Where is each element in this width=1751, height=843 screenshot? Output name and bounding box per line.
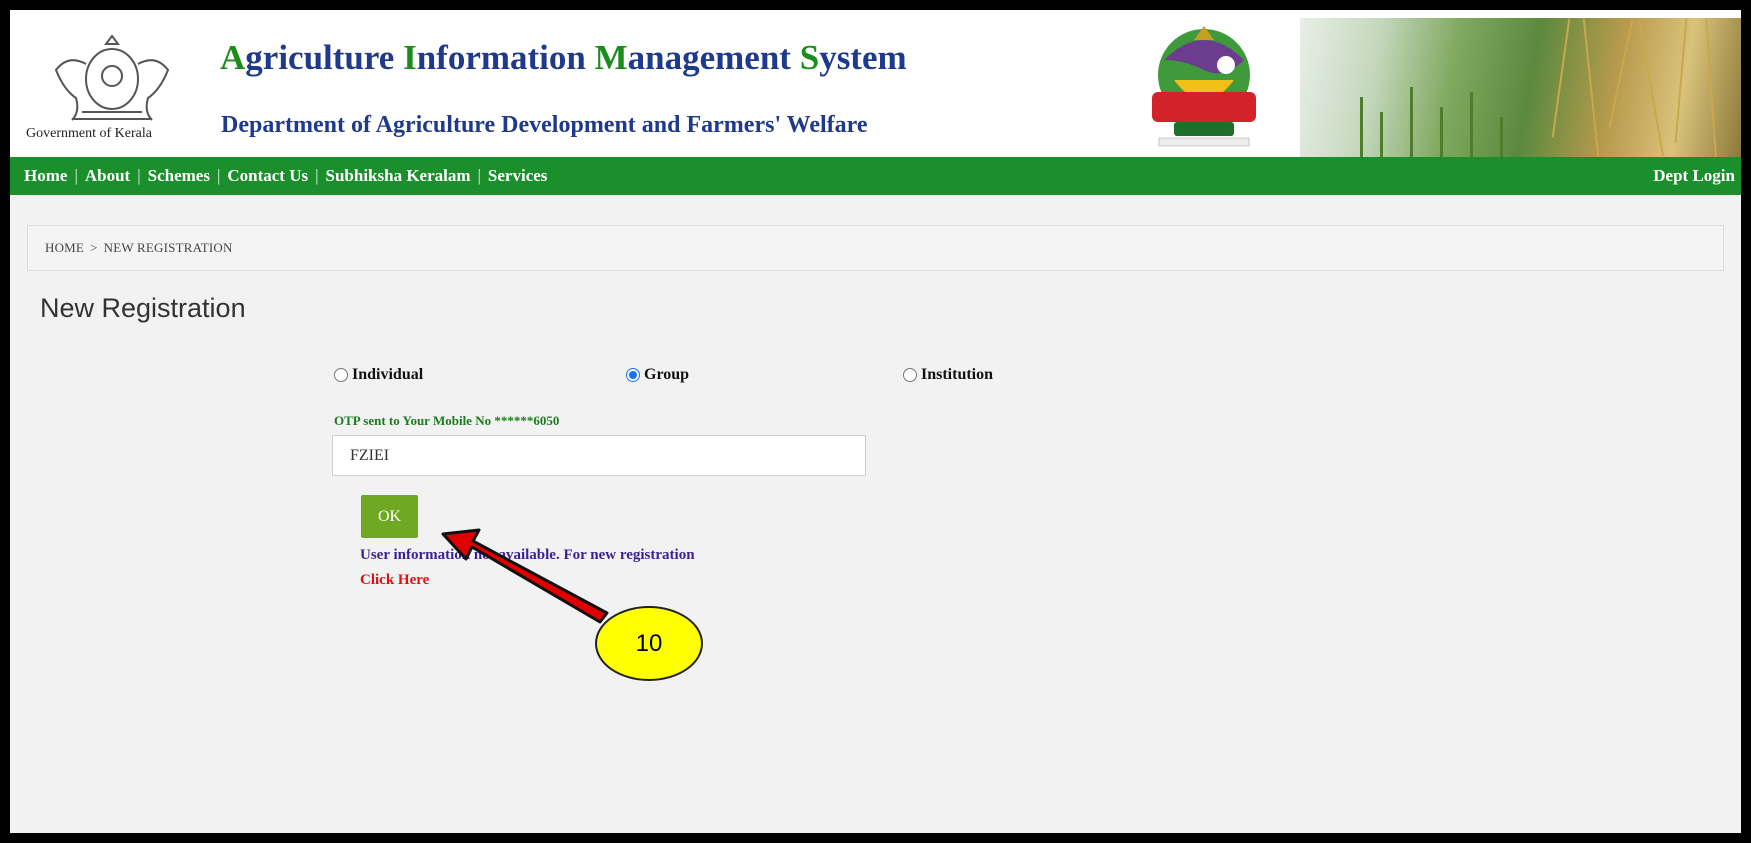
screenshot-frame: Government of Kerala Agriculture Informa… [0, 0, 1751, 843]
arrow-shape [441, 528, 609, 624]
step-badge: 10 [595, 606, 703, 681]
annotation-arrow [441, 528, 609, 624]
